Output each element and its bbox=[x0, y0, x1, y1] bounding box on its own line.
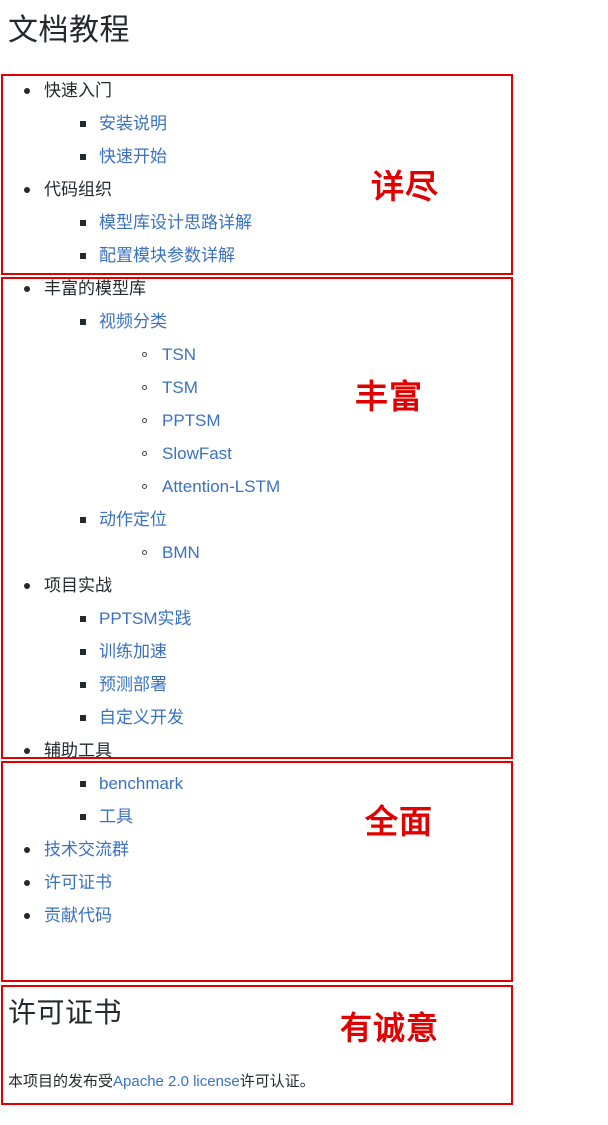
list-item: 丰富的模型库 视频分类 TSN TSM PPTSM SlowFast Atten… bbox=[22, 272, 512, 569]
outline-link-inference-deployment[interactable]: 预测部署 bbox=[99, 675, 167, 694]
list-item[interactable]: 安装说明 bbox=[78, 107, 512, 140]
outline-item-label: 丰富的模型库 bbox=[44, 279, 146, 298]
list-item[interactable]: 模型库设计思路详解 bbox=[78, 206, 512, 239]
list-item[interactable]: BMN bbox=[139, 536, 512, 569]
outline-link-config-module-params[interactable]: 配置模块参数详解 bbox=[99, 246, 235, 265]
outline-link-slowfast[interactable]: SlowFast bbox=[162, 444, 232, 463]
license-link-apache[interactable]: Apache 2.0 license bbox=[113, 1073, 240, 1090]
license-text-before: 本项目的发布受 bbox=[8, 1073, 114, 1090]
outline-item-label: 辅助工具 bbox=[44, 741, 112, 760]
list-item[interactable]: 技术交流群 bbox=[22, 833, 512, 866]
outline-link-benchmark[interactable]: benchmark bbox=[99, 774, 183, 793]
list-item[interactable]: 许可证书 bbox=[22, 866, 512, 899]
list-item: 项目实战 PPTSM实践 训练加速 预测部署 自定义开发 bbox=[22, 569, 512, 734]
license-paragraph: 本项目的发布受Apache 2.0 license许可认证。 bbox=[8, 1071, 512, 1092]
list-item[interactable]: 配置模块参数详解 bbox=[78, 239, 512, 272]
outline-level-2-list: 安装说明 快速开始 bbox=[44, 107, 512, 173]
outline-item-label: 代码组织 bbox=[44, 180, 112, 199]
outline-link-pptsm[interactable]: PPTSM bbox=[162, 411, 221, 430]
outline-link-tsn[interactable]: TSN bbox=[162, 345, 196, 364]
list-item[interactable]: 动作定位 BMN bbox=[78, 503, 512, 569]
outline-link-attention-lstm[interactable]: Attention-LSTM bbox=[162, 477, 280, 496]
list-item[interactable]: 工具 bbox=[78, 800, 512, 833]
outline-link-contribute-code[interactable]: 贡献代码 bbox=[44, 906, 112, 925]
page-title: 文档教程 bbox=[8, 14, 130, 47]
license-heading: 许可证书 bbox=[8, 997, 123, 1028]
list-item[interactable]: SlowFast bbox=[139, 437, 512, 470]
list-item[interactable]: 快速开始 bbox=[78, 140, 512, 173]
list-item[interactable]: TSN bbox=[139, 338, 512, 371]
outline-level-3-list: BMN bbox=[99, 536, 512, 569]
outline-link-custom-development[interactable]: 自定义开发 bbox=[99, 708, 184, 727]
list-item: 快速入门 安装说明 快速开始 bbox=[22, 74, 512, 173]
outline-level-2-list: benchmark 工具 bbox=[44, 767, 512, 833]
outline-level-2-list: PPTSM实践 训练加速 预测部署 自定义开发 bbox=[44, 602, 512, 734]
outline-level-2-list: 视频分类 TSN TSM PPTSM SlowFast Attention-LS… bbox=[44, 305, 512, 569]
outline-level-2-list: 模型库设计思路详解 配置模块参数详解 bbox=[44, 206, 512, 272]
outline-link-tsm[interactable]: TSM bbox=[162, 378, 198, 397]
outline-link-license[interactable]: 许可证书 bbox=[44, 873, 112, 892]
outline-link-action-localization[interactable]: 动作定位 bbox=[99, 510, 167, 529]
list-item: 辅助工具 benchmark 工具 bbox=[22, 734, 512, 833]
outline-item-label: 快速入门 bbox=[44, 81, 112, 100]
outline-link-quick-start[interactable]: 快速开始 bbox=[99, 147, 167, 166]
outline-link-video-classification[interactable]: 视频分类 bbox=[99, 312, 167, 331]
outline-link-training-acceleration[interactable]: 训练加速 bbox=[99, 642, 167, 661]
list-item[interactable]: 视频分类 TSN TSM PPTSM SlowFast Attention-LS… bbox=[78, 305, 512, 503]
license-section: 许可证书 本项目的发布受Apache 2.0 license许可认证。 bbox=[0, 985, 512, 1092]
list-item: 代码组织 模型库设计思路详解 配置模块参数详解 bbox=[22, 173, 512, 272]
list-item[interactable]: 自定义开发 bbox=[78, 701, 512, 734]
outline-link-install-guide[interactable]: 安装说明 bbox=[99, 114, 167, 133]
outline-link-pptsm-practice[interactable]: PPTSM实践 bbox=[99, 609, 192, 628]
list-item[interactable]: PPTSM实践 bbox=[78, 602, 512, 635]
outline-link-tools[interactable]: 工具 bbox=[99, 807, 133, 826]
list-item[interactable]: 贡献代码 bbox=[22, 899, 512, 932]
list-item[interactable]: Attention-LSTM bbox=[139, 470, 512, 503]
list-item[interactable]: 预测部署 bbox=[78, 668, 512, 701]
outline-link-bmn[interactable]: BMN bbox=[162, 543, 200, 562]
outline-link-model-library-design[interactable]: 模型库设计思路详解 bbox=[99, 213, 252, 232]
documentation-outline: 快速入门 安装说明 快速开始 代码组织 模型库设计思路详解 配置模块参数详解 丰… bbox=[0, 74, 512, 932]
list-item[interactable]: PPTSM bbox=[139, 404, 512, 437]
outline-item-label: 项目实战 bbox=[44, 576, 112, 595]
list-item[interactable]: TSM bbox=[139, 371, 512, 404]
outline-level-1-list: 快速入门 安装说明 快速开始 代码组织 模型库设计思路详解 配置模块参数详解 丰… bbox=[0, 74, 512, 932]
list-item[interactable]: benchmark bbox=[78, 767, 512, 800]
outline-link-tech-community[interactable]: 技术交流群 bbox=[44, 840, 129, 859]
list-item[interactable]: 训练加速 bbox=[78, 635, 512, 668]
outline-level-3-list: TSN TSM PPTSM SlowFast Attention-LSTM bbox=[99, 338, 512, 503]
license-text-after: 许可认证。 bbox=[239, 1073, 315, 1090]
